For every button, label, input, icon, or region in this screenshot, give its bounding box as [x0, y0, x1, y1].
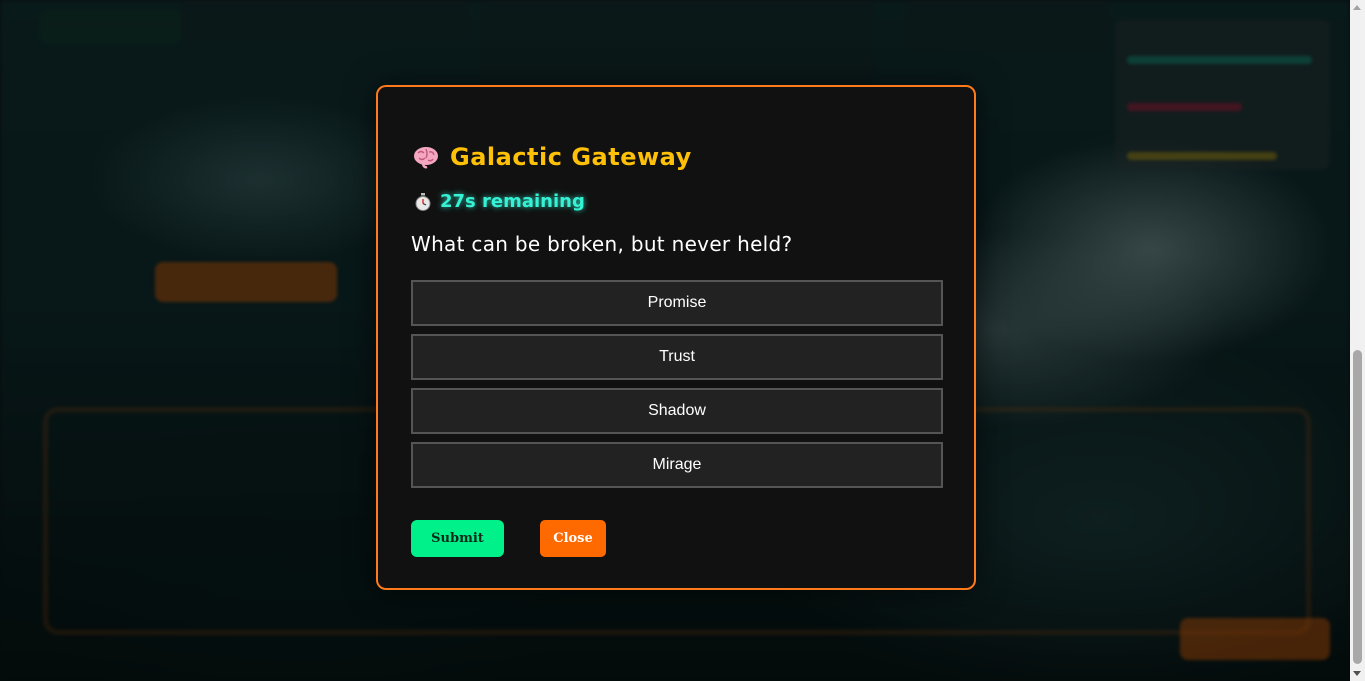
brain-icon [412, 145, 440, 169]
modal-title-text: Galactic Gateway [450, 143, 692, 171]
riddle-question: What can be broken, but never held? [411, 232, 793, 256]
submit-button[interactable]: Submit [411, 520, 504, 557]
answer-options: Promise Trust Shadow Mirage [411, 280, 943, 496]
vertical-scrollbar[interactable] [1350, 0, 1365, 681]
scroll-down-arrow-icon[interactable] [1353, 671, 1361, 676]
scrollbar-thumb[interactable] [1353, 350, 1362, 664]
answer-option[interactable]: Shadow [411, 388, 943, 434]
modal-title: Galactic Gateway [412, 143, 692, 171]
answer-option[interactable]: Promise [411, 280, 943, 326]
riddle-modal: Galactic Gateway 27s remaining What can … [376, 85, 976, 590]
answer-option[interactable]: Trust [411, 334, 943, 380]
close-button[interactable]: Close [540, 520, 606, 557]
scroll-up-arrow-icon[interactable] [1353, 5, 1361, 10]
countdown-timer: 27s remaining [414, 191, 585, 212]
timer-text: 27s remaining [440, 191, 585, 212]
stopwatch-icon [414, 192, 432, 211]
answer-option[interactable]: Mirage [411, 442, 943, 488]
